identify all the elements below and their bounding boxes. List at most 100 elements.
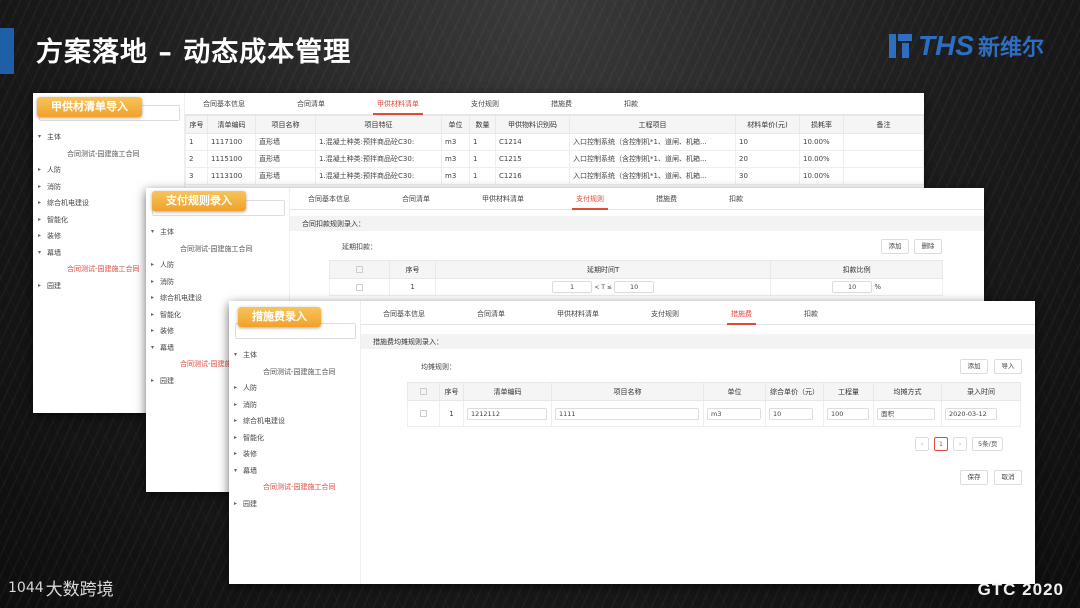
unit-input[interactable]: m3 <box>707 407 761 420</box>
tree-leaf-label: 合同测试-园建施工合同 <box>67 265 140 273</box>
save-button[interactable]: 保存 <box>960 470 988 485</box>
tree-node[interactable]: ▸ 装修 <box>234 446 360 463</box>
expand-caret-icon[interactable]: ▸ <box>38 228 41 245</box>
tree-leaf[interactable]: 合同测试-园建施工合同 <box>243 479 360 496</box>
expand-caret-icon[interactable]: ▸ <box>234 397 237 414</box>
select-all-checkbox[interactable] <box>407 382 440 401</box>
expand-caret-icon[interactable]: ▸ <box>151 274 154 291</box>
tree-node[interactable]: ▸ 综合机电建设 <box>234 413 360 430</box>
tree-leaf-label: 合同测试-园建施工合同 <box>263 483 336 491</box>
tree-node[interactable]: ▾ 主体 <box>38 129 184 146</box>
tab-item[interactable]: 扣款 <box>624 93 638 114</box>
tab-item[interactable]: 合同基本信息 <box>383 303 425 324</box>
tab-item[interactable]: 支付规则 <box>651 303 679 324</box>
next-page-button[interactable]: › <box>953 437 967 451</box>
tree-node[interactable]: ▸ 人防 <box>234 380 360 397</box>
tree-leaf[interactable]: 合同测试-园建施工合同 <box>160 241 289 258</box>
expand-caret-icon[interactable]: ▸ <box>151 290 154 307</box>
expand-caret-icon[interactable]: ▸ <box>38 162 41 179</box>
tree-leaf[interactable]: 合同测试-园建施工合同 <box>243 364 360 381</box>
tree-node[interactable]: ▸ 人防 <box>151 257 289 274</box>
tab-item[interactable]: 支付规则 <box>471 93 499 114</box>
tree-node[interactable]: ▸ 人防 <box>38 162 184 179</box>
tree-node-label: 主体 <box>243 351 257 359</box>
tab-item[interactable]: 甲供材料清单 <box>482 188 524 209</box>
table-row[interactable]: 3 1113100 直形墙 1.混凝土种类:预拌商品砼C30: m3 1 C1216 入口控制… <box>185 167 924 185</box>
tab-item[interactable]: 措施费 <box>551 93 572 114</box>
table-row[interactable]: 1 1117100 直形墙 1.混凝土种类:预拌商品砼C30: m3 1 C1214 入口控制… <box>185 133 924 151</box>
tree-node[interactable]: ▾ 幕墙 <box>234 463 360 480</box>
table-cell: 1.混凝土种类:预拌商品砼C30: <box>315 150 442 168</box>
column-header: 项目特征 <box>315 115 442 134</box>
expand-caret-icon[interactable]: ▸ <box>38 179 41 196</box>
qty-input[interactable]: 100 <box>827 407 869 420</box>
column-header: 序号 <box>185 115 208 134</box>
import-button[interactable]: 导入 <box>994 359 1022 374</box>
table-cell: m3 <box>441 150 470 168</box>
expand-caret-icon[interactable]: ▾ <box>38 129 41 146</box>
tree-node[interactable]: ▸ 消防 <box>234 397 360 414</box>
table-row[interactable]: 2 1115100 直形墙 1.混凝土种类:预拌商品砼C30: m3 1 C1215 入口控制… <box>185 150 924 168</box>
expand-caret-icon[interactable]: ▾ <box>234 347 237 364</box>
expand-caret-icon[interactable]: ▸ <box>234 446 237 463</box>
expand-caret-icon[interactable]: ▾ <box>38 245 41 262</box>
tab-item[interactable]: 支付规则 <box>572 188 608 210</box>
method-select[interactable]: 面积 <box>877 407 935 420</box>
expand-caret-icon[interactable]: ▸ <box>151 307 154 324</box>
select-all-checkbox[interactable] <box>329 260 390 279</box>
expand-caret-icon[interactable]: ▸ <box>234 430 237 447</box>
add-button[interactable]: 添加 <box>960 359 988 374</box>
expand-caret-icon[interactable]: ▸ <box>234 413 237 430</box>
expand-caret-icon[interactable]: ▸ <box>234 496 237 513</box>
tree-node[interactable]: ▸ 园建 <box>234 496 360 513</box>
tab-item[interactable]: 合同清单 <box>402 188 430 209</box>
code-input[interactable]: 1212112 <box>467 407 547 420</box>
tab-item[interactable]: 措施费 <box>727 303 756 325</box>
tab-item[interactable]: 扣款 <box>729 188 743 209</box>
expand-caret-icon[interactable]: ▾ <box>151 340 154 357</box>
tab-item[interactable]: 合同基本信息 <box>203 93 245 114</box>
delete-button[interactable]: 删除 <box>914 239 942 254</box>
tree-node[interactable]: ▾ 主体 <box>151 224 289 241</box>
tree-node[interactable]: ▾ 主体 <box>234 347 360 364</box>
table-cell: m3 <box>441 133 470 151</box>
tab-item[interactable]: 甲供材料清单 <box>373 93 423 115</box>
expand-caret-icon[interactable]: ▸ <box>151 257 154 274</box>
delay-to-input[interactable]: 10 <box>614 281 655 293</box>
date-picker[interactable]: 2020-03-12 <box>945 407 997 420</box>
tab-item[interactable]: 措施费 <box>656 188 677 209</box>
feature-tag: 支付规则录入 <box>152 191 246 211</box>
expand-caret-icon[interactable]: ▸ <box>38 212 41 229</box>
expand-caret-icon[interactable]: ▸ <box>38 278 41 295</box>
expand-caret-icon[interactable]: ▸ <box>151 373 154 390</box>
tab-item[interactable]: 甲供材料清单 <box>557 303 599 324</box>
tree-node[interactable]: ▸ 智能化 <box>234 430 360 447</box>
tree-node[interactable]: ▸ 消防 <box>151 274 289 291</box>
ratio-input[interactable]: 10 <box>832 281 873 293</box>
name-input[interactable]: 1111 <box>555 407 699 420</box>
tab-item[interactable]: 合同清单 <box>297 93 325 114</box>
page-size-select[interactable]: 5条/页 <box>972 437 1004 451</box>
price-input[interactable]: 10 <box>769 407 813 420</box>
row-checkbox[interactable] <box>407 400 440 427</box>
expand-caret-icon[interactable]: ▾ <box>234 463 237 480</box>
row-checkbox[interactable] <box>329 278 390 296</box>
cancel-button[interactable]: 取消 <box>994 470 1022 485</box>
table-cell: 入口控制系统（含控制机*1、道闸、机箱... <box>569 133 736 151</box>
expand-caret-icon[interactable]: ▸ <box>38 195 41 212</box>
add-button[interactable]: 添加 <box>881 239 909 254</box>
delay-from-input[interactable]: 1 <box>552 281 593 293</box>
expand-caret-icon[interactable]: ▾ <box>151 224 154 241</box>
prev-page-button[interactable]: ‹ <box>915 437 929 451</box>
tab-item[interactable]: 扣款 <box>804 303 818 324</box>
tree-leaf[interactable]: 合同测试-园建施工合同 <box>47 146 184 163</box>
tab-item[interactable]: 合同清单 <box>477 303 505 324</box>
current-page-button[interactable]: 1 <box>934 437 948 451</box>
column-header: 损耗率 <box>799 115 844 134</box>
tree-node-label: 幕墙 <box>160 343 174 352</box>
tab-item[interactable]: 合同基本信息 <box>308 188 350 209</box>
expand-caret-icon[interactable]: ▸ <box>151 323 154 340</box>
expand-caret-icon[interactable]: ▸ <box>234 380 237 397</box>
column-header: 综合单价（元） <box>765 382 824 401</box>
column-header: 甲供物料识别码 <box>495 115 570 134</box>
